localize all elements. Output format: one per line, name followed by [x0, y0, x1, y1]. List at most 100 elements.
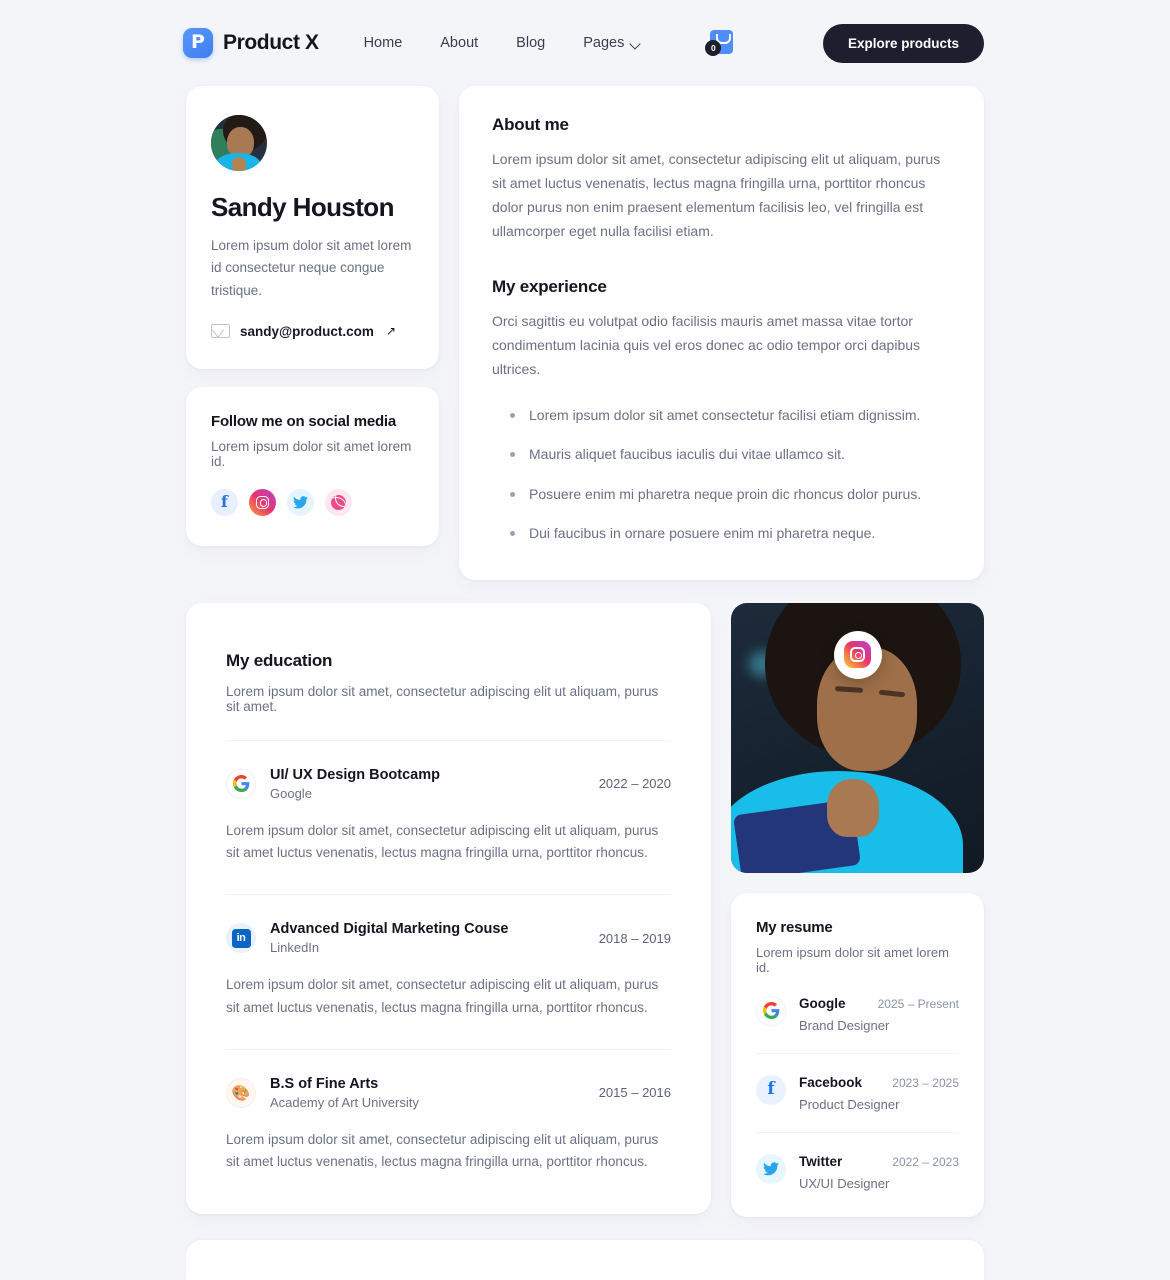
- chevron-down-icon: [631, 40, 641, 46]
- education-item-text: UI/ UX Design Bootcamp Google: [270, 767, 440, 801]
- facebook-icon[interactable]: f: [211, 488, 238, 516]
- experience-title: My experience: [492, 277, 607, 297]
- education-item-dates: 2015 – 2016: [598, 1085, 671, 1101]
- nav-link-blog[interactable]: Blog: [516, 35, 545, 51]
- profile-email-link[interactable]: sandy@product.com ↗: [211, 324, 414, 339]
- brand-logo[interactable]: P Product X: [183, 28, 319, 58]
- resume-item-company: Facebook: [799, 1074, 863, 1090]
- next-section-card: [186, 1239, 984, 1280]
- twitter-icon[interactable]: [287, 488, 314, 516]
- resume-item-body: Twitter 2022 – 2023 UX/UI Designer: [799, 1154, 959, 1191]
- about-title: About me: [492, 115, 569, 134]
- instagram-icon: [844, 641, 871, 669]
- social-media-card: Follow me on social media Lorem ipsum do…: [186, 386, 439, 546]
- education-title: My education: [226, 650, 333, 670]
- right-column: About me Lorem ipsum dolor sit amet, con…: [459, 86, 984, 580]
- explore-products-button[interactable]: Explore products: [822, 23, 984, 63]
- nav-link-blog-label: Blog: [516, 35, 546, 51]
- nav-link-pages-label: Pages: [583, 35, 625, 51]
- education-item: UI/ UX Design Bootcamp Google 2022 – 202…: [226, 741, 671, 896]
- resume-item-body: Google 2025 – Present Brand Designer: [799, 996, 959, 1033]
- left-column: Sandy Houston Lorem ipsum dolor sit amet…: [186, 86, 439, 546]
- art-palette-icon: 🎨: [226, 1077, 256, 1108]
- education-item-dates: 2022 – 2020: [598, 776, 671, 792]
- education-item: in Advanced Digital Marketing Couse Link…: [226, 895, 671, 1050]
- page-root: P Product X Home About Blog Pages 0 Expl…: [0, 0, 1170, 1280]
- resume-item-role: Brand Designer: [799, 1017, 890, 1033]
- resume-item-company: Google: [799, 995, 846, 1011]
- about-card: About me Lorem ipsum dolor sit amet, con…: [459, 86, 984, 580]
- list-item: Dui faucibus in ornare posuere enim mi p…: [492, 524, 951, 544]
- dribbble-icon[interactable]: [325, 488, 352, 516]
- nav-link-home-label: Home: [363, 35, 403, 51]
- education-subtitle: Lorem ipsum dolor sit amet, consectetur …: [226, 683, 659, 714]
- resume-item-role: UX/UI Designer: [799, 1175, 890, 1191]
- top-navigation-bar: P Product X Home About Blog Pages 0 Expl…: [0, 0, 1170, 86]
- education-header: My education Lorem ipsum dolor sit amet,…: [226, 651, 671, 714]
- resume-item-dates: 2025 – Present: [877, 996, 959, 1011]
- education-item: 🎨 B.S of Fine Arts Academy of Art Univer…: [226, 1050, 671, 1174]
- instagram-icon[interactable]: [249, 488, 276, 516]
- social-title: Follow me on social media: [211, 412, 397, 430]
- nav-link-about-label: About: [440, 35, 479, 51]
- product-x-logo-icon: P: [183, 28, 213, 58]
- education-item-org: Google: [270, 785, 312, 801]
- social-subtitle: Lorem ipsum dolor sit amet lorem id.: [211, 438, 412, 469]
- google-logo-icon: [756, 995, 786, 1026]
- education-item-header: 🎨 B.S of Fine Arts Academy of Art Univer…: [226, 1076, 671, 1110]
- list-item: Mauris aliquet faucibus iaculis dui vita…: [492, 445, 951, 465]
- google-logo-icon: [226, 768, 256, 799]
- resume-title: My resume: [756, 918, 833, 936]
- about-text: Lorem ipsum dolor sit amet, consectetur …: [492, 151, 941, 240]
- education-resume-row: My education Lorem ipsum dolor sit amet,…: [186, 602, 984, 1217]
- resume-subtitle: Lorem ipsum dolor sit amet lorem id.: [756, 944, 949, 975]
- education-card: My education Lorem ipsum dolor sit amet,…: [186, 602, 711, 1214]
- education-item-dates: 2018 – 2019: [598, 930, 671, 946]
- education-item-desc: Lorem ipsum dolor sit amet, consectetur …: [226, 1131, 659, 1170]
- nav-links: Home About Blog Pages 0: [364, 28, 736, 58]
- education-item-desc: Lorem ipsum dolor sit amet, consectetur …: [226, 822, 659, 861]
- resume-item-header: Google 2025 – Present: [799, 996, 959, 1011]
- nav-link-about[interactable]: About: [440, 35, 478, 51]
- education-item-text: B.S of Fine Arts Academy of Art Universi…: [270, 1076, 419, 1110]
- linkedin-logo-icon: in: [226, 923, 256, 954]
- social-icon-list: f: [211, 488, 414, 516]
- photo-card: [731, 602, 984, 873]
- avatar: [211, 115, 267, 171]
- resume-item-header: Facebook 2023 – 2025: [799, 1075, 959, 1090]
- education-item-org: LinkedIn: [270, 940, 320, 956]
- resume-item-header: Twitter 2022 – 2023: [799, 1154, 959, 1169]
- resume-item-dates: 2023 – 2025: [892, 1075, 959, 1090]
- nav-link-home[interactable]: Home: [364, 35, 403, 51]
- instagram-badge-button[interactable]: [833, 630, 882, 679]
- resume-item: f Facebook 2023 – 2025 Product Designer: [756, 1054, 959, 1112]
- profile-bio: Lorem ipsum dolor sit amet lorem id cons…: [211, 238, 412, 298]
- education-item-header: UI/ UX Design Bootcamp Google 2022 – 202…: [226, 767, 671, 801]
- education-item-text: Advanced Digital Marketing Couse LinkedI…: [270, 921, 509, 955]
- nav-link-pages[interactable]: Pages: [583, 35, 641, 51]
- resume-item-company: Twitter: [799, 1153, 843, 1169]
- education-item-title: B.S of Fine Arts: [270, 1075, 379, 1092]
- logo-letter: P: [191, 31, 205, 53]
- external-link-arrow-icon: ↗: [385, 324, 396, 339]
- resume-item-body: Facebook 2023 – 2025 Product Designer: [799, 1075, 959, 1112]
- envelope-icon: [211, 324, 230, 339]
- list-item: Posuere enim mi pharetra neque proin dic…: [492, 485, 951, 505]
- experience-text: Orci sagittis eu volutpat odio facilisis…: [492, 313, 921, 378]
- facebook-logo-icon: f: [756, 1074, 786, 1105]
- education-item-org: Academy of Art University: [270, 1094, 419, 1110]
- main-content: Sandy Houston Lorem ipsum dolor sit amet…: [0, 86, 1170, 1280]
- profile-name: Sandy Houston: [211, 192, 394, 222]
- resume-item: Twitter 2022 – 2023 UX/UI Designer: [756, 1133, 959, 1191]
- profile-card: Sandy Houston Lorem ipsum dolor sit amet…: [186, 86, 439, 369]
- right-lower-column: My resume Lorem ipsum dolor sit amet lor…: [731, 602, 984, 1217]
- twitter-logo-icon: [756, 1153, 786, 1184]
- resume-card: My resume Lorem ipsum dolor sit amet lor…: [731, 892, 984, 1217]
- education-item-title: Advanced Digital Marketing Couse: [270, 921, 509, 938]
- education-item-desc: Lorem ipsum dolor sit amet, consectetur …: [226, 977, 659, 1015]
- profile-email-text: sandy@product.com: [240, 323, 374, 339]
- education-item-title: UI/ UX Design Bootcamp: [270, 766, 440, 783]
- cart-button[interactable]: 0: [705, 28, 735, 58]
- profile-about-row: Sandy Houston Lorem ipsum dolor sit amet…: [186, 86, 984, 580]
- resume-item-dates: 2022 – 2023: [892, 1154, 959, 1169]
